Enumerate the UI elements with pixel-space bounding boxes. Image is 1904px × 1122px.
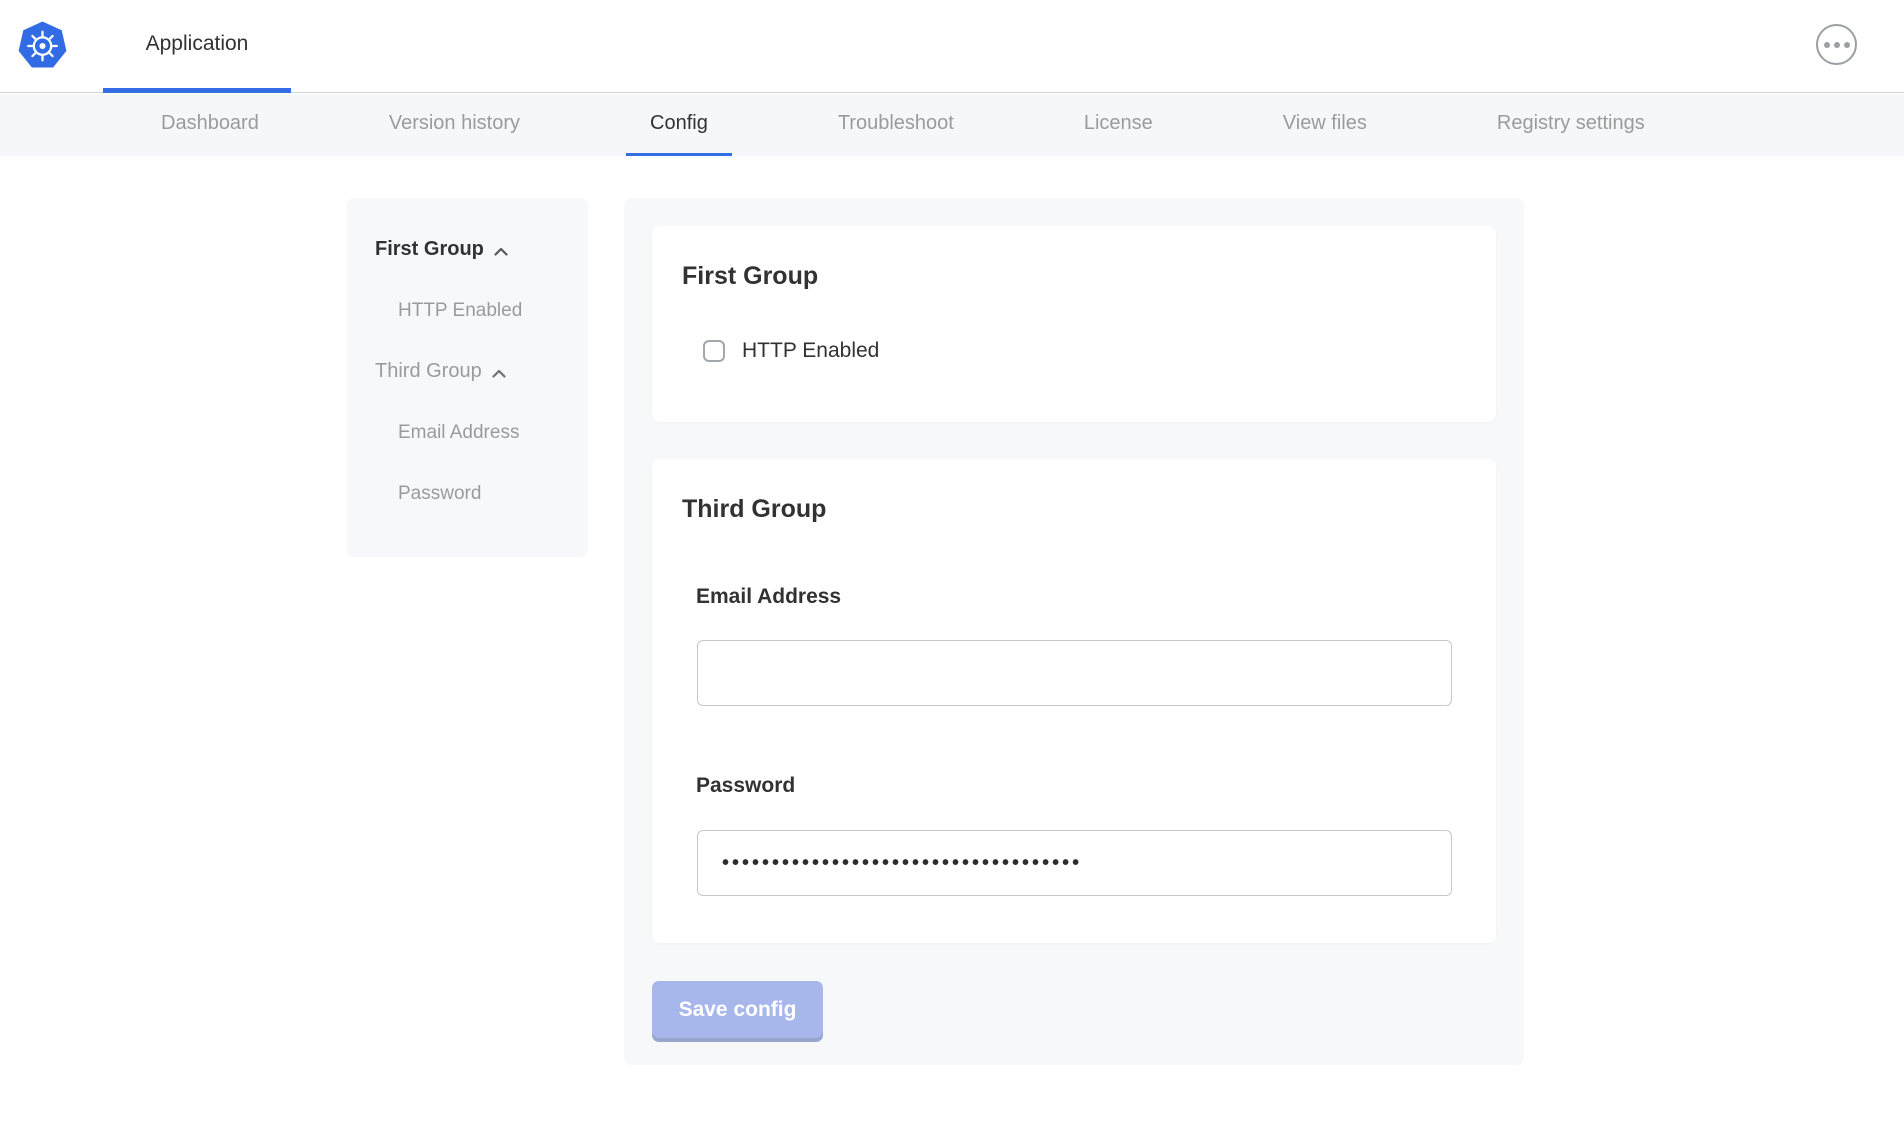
ellipsis-dot-icon xyxy=(1834,42,1840,48)
app-nav-bar: Dashboard Version history Config Trouble… xyxy=(0,94,1904,156)
application-tab-label: Application xyxy=(146,32,249,56)
chevron-up-icon[interactable] xyxy=(492,369,506,378)
password-label: Password xyxy=(696,774,795,798)
tab-dashboard[interactable]: Dashboard xyxy=(137,94,283,156)
sidebar-item-first-group[interactable]: First Group xyxy=(375,236,588,263)
config-group-card-third: Third Group Email Address Password xyxy=(652,459,1496,943)
kubernetes-logo-icon xyxy=(18,21,67,70)
tab-view-files[interactable]: View files xyxy=(1259,94,1391,156)
email-address-label: Email Address xyxy=(696,585,841,609)
group-title: Third Group xyxy=(682,495,826,524)
ellipsis-dot-icon xyxy=(1844,42,1850,48)
sidebar-item-email-address[interactable]: Email Address xyxy=(375,419,588,446)
sidebar-item-label: Third Group xyxy=(375,360,482,383)
sidebar-item-label: Password xyxy=(398,483,481,505)
sidebar-item-label: Email Address xyxy=(398,422,519,444)
sidebar-item-third-group[interactable]: Third Group xyxy=(375,358,588,385)
application-tab[interactable]: Application xyxy=(103,0,291,93)
http-enabled-checkbox[interactable] xyxy=(703,340,725,362)
sidebar-item-label: First Group xyxy=(375,238,484,261)
config-group-card-first: First Group HTTP Enabled xyxy=(652,226,1496,422)
ellipsis-dot-icon xyxy=(1824,42,1830,48)
sidebar-item-password[interactable]: Password xyxy=(375,480,588,507)
password-input[interactable] xyxy=(697,830,1452,896)
config-content-panel: First Group HTTP Enabled Third Group Ema… xyxy=(624,198,1524,1065)
top-bar: Application xyxy=(0,0,1904,93)
tab-troubleshoot[interactable]: Troubleshoot xyxy=(814,94,978,156)
sidebar-item-http-enabled[interactable]: HTTP Enabled xyxy=(375,297,588,324)
tab-registry-settings[interactable]: Registry settings xyxy=(1473,94,1669,156)
config-groups-sidebar: First Group HTTP Enabled Third Group Ema… xyxy=(347,198,588,557)
tab-config[interactable]: Config xyxy=(626,94,732,156)
http-enabled-checkbox-row[interactable]: HTTP Enabled xyxy=(703,339,879,363)
sidebar-item-label: HTTP Enabled xyxy=(398,300,522,322)
chevron-up-icon[interactable] xyxy=(494,247,508,256)
ellipsis-menu-button[interactable] xyxy=(1816,24,1857,65)
group-title: First Group xyxy=(682,262,818,291)
http-enabled-checkbox-label: HTTP Enabled xyxy=(742,339,879,363)
save-config-button[interactable]: Save config xyxy=(652,981,823,1038)
tab-license[interactable]: License xyxy=(1060,94,1177,156)
email-address-input[interactable] xyxy=(697,640,1452,706)
tab-version-history[interactable]: Version history xyxy=(365,94,544,156)
